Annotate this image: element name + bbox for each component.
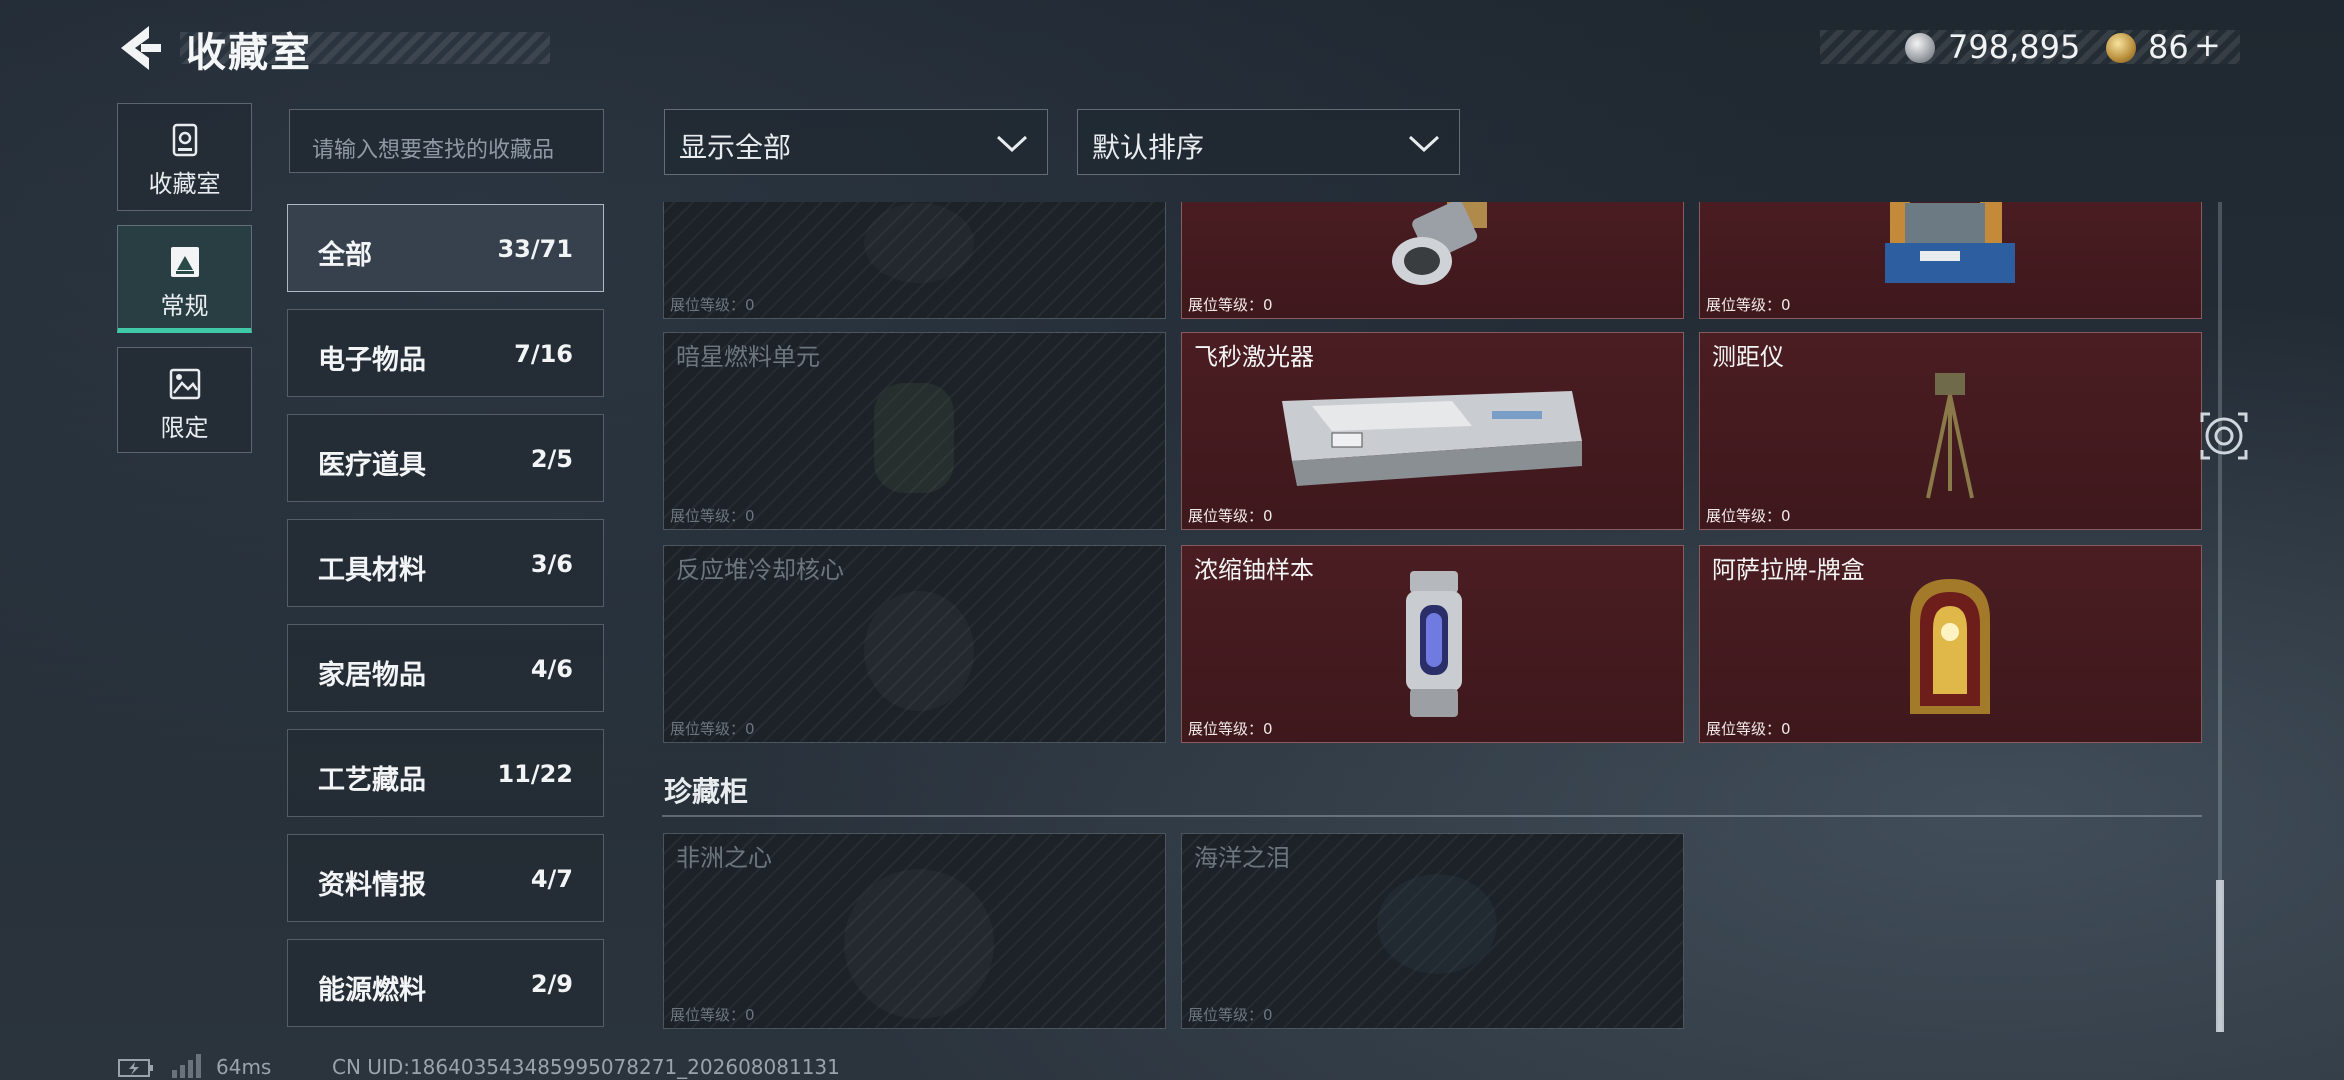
- gold-coin-icon: [2106, 33, 2136, 63]
- gold-amount: 86: [2148, 28, 2189, 66]
- item-name: 海洋之泪: [1194, 844, 1290, 872]
- item-name: 测距仪: [1712, 343, 1784, 371]
- category-name: 能源燃料: [318, 975, 426, 1006]
- page-title: 收藏室: [186, 30, 312, 76]
- category-medical[interactable]: 医疗道具 2/5: [287, 414, 604, 502]
- item-image: [1406, 571, 1462, 717]
- sort-dropdown-value: 默认排序: [1092, 131, 1205, 164]
- item-image: [864, 591, 974, 711]
- rail-regular-label: 常规: [160, 292, 209, 320]
- collection-card[interactable]: 测距仪 展位等级：0: [1699, 332, 2202, 530]
- item-name: 非洲之心: [676, 844, 772, 872]
- category-count: 2/5: [530, 445, 573, 473]
- uid-text: CN UID:186403543485995078271_20260808113…: [332, 1055, 840, 1079]
- filter-dropdown[interactable]: 显示全部: [664, 109, 1048, 175]
- category-tools[interactable]: 工具材料 3/6: [287, 519, 604, 607]
- item-image: [874, 383, 954, 493]
- category-count: 33/71: [497, 235, 573, 263]
- collection-card[interactable]: 浓缩铀样本 展位等级：0: [1181, 545, 1684, 743]
- target-icon[interactable]: [2196, 408, 2252, 464]
- category-electronics[interactable]: 电子物品 7/16: [287, 309, 604, 397]
- battery-icon: [118, 1059, 153, 1077]
- silver-amount: 798,895: [1948, 28, 2081, 66]
- item-name: 飞秒激光器: [1194, 343, 1314, 371]
- category-name: 资料情报: [318, 870, 426, 901]
- category-count: 3/6: [530, 550, 573, 578]
- scrollbar-thumb[interactable]: [2216, 880, 2224, 1032]
- search-input[interactable]: [289, 109, 604, 173]
- display-level: 展位等级：0: [1706, 296, 1791, 314]
- section-divider: [662, 815, 2202, 817]
- collection-card[interactable]: 暗星燃料单元 展位等级：0: [663, 332, 1166, 530]
- category-count: 7/16: [514, 340, 573, 368]
- treasure-card[interactable]: 海洋之泪 展位等级：0: [1181, 833, 1684, 1029]
- collection-card[interactable]: 反应堆冷却核心 展位等级：0: [663, 545, 1166, 743]
- signal-icon: [172, 1054, 201, 1078]
- display-level: 展位等级：0: [1188, 507, 1273, 525]
- sort-dropdown[interactable]: 默认排序: [1077, 109, 1460, 175]
- item-name: 暗星燃料单元: [676, 343, 820, 371]
- collection-card[interactable]: 阿萨拉牌-牌盒 展位等级：0: [1699, 545, 2202, 743]
- display-level: 展位等级：0: [1188, 720, 1273, 738]
- display-icon: [167, 244, 203, 280]
- display-level: 展位等级：0: [1706, 720, 1791, 738]
- display-level: 展位等级：0: [670, 507, 755, 525]
- item-name: 阿萨拉牌-牌盒: [1712, 556, 1865, 584]
- vault-icon: [167, 122, 203, 158]
- collection-card[interactable]: 展位等级：0: [1699, 202, 2202, 319]
- category-name: 工艺藏品: [318, 765, 426, 796]
- rail-vault-label: 收藏室: [148, 170, 221, 198]
- display-level: 展位等级：0: [670, 720, 755, 738]
- treasure-card[interactable]: 非洲之心 展位等级：0: [663, 833, 1166, 1029]
- rail-vault[interactable]: 收藏室: [117, 103, 252, 211]
- rail-limited[interactable]: 限定: [117, 347, 252, 453]
- item-image: [1377, 874, 1497, 974]
- chevron-down-icon: [1408, 135, 1440, 153]
- picture-icon: [167, 366, 203, 402]
- category-count: 4/6: [530, 655, 573, 683]
- category-crafts[interactable]: 工艺藏品 11/22: [287, 729, 604, 817]
- back-button[interactable]: [115, 22, 165, 74]
- item-image: [1926, 373, 1974, 499]
- category-count: 11/22: [497, 760, 573, 788]
- item-image: [864, 203, 974, 283]
- item-image: [1392, 202, 1487, 285]
- treasure-section-title: 珍藏柜: [664, 775, 749, 808]
- category-name: 全部: [318, 240, 372, 271]
- chevron-down-icon: [996, 135, 1028, 153]
- display-level: 展位等级：0: [670, 1006, 755, 1024]
- item-name: 反应堆冷却核心: [676, 556, 844, 584]
- collection-card[interactable]: 展位等级：0: [663, 202, 1166, 319]
- category-count: 4/7: [530, 865, 573, 893]
- category-name: 家居物品: [318, 660, 426, 691]
- ping-text: 64ms: [216, 1055, 272, 1079]
- category-all[interactable]: 全部 33/71: [287, 204, 604, 292]
- back-arrow-icon: [121, 26, 161, 70]
- display-level: 展位等级：0: [1188, 296, 1273, 314]
- collection-card[interactable]: 飞秒激光器 展位等级：0: [1181, 332, 1684, 530]
- display-level: 展位等级：0: [670, 296, 755, 314]
- category-household[interactable]: 家居物品 4/6: [287, 624, 604, 712]
- display-level: 展位等级：0: [1188, 1006, 1273, 1024]
- category-energy[interactable]: 能源燃料 2/9: [287, 939, 604, 1027]
- display-level: 展位等级：0: [1706, 507, 1791, 525]
- rail-limited-label: 限定: [160, 414, 209, 442]
- silver-coin-icon: [1905, 33, 1935, 63]
- item-image: [1910, 579, 1990, 714]
- item-name: 浓缩铀样本: [1194, 556, 1314, 584]
- category-name: 工具材料: [318, 555, 426, 586]
- add-gold-button[interactable]: +: [2194, 26, 2221, 64]
- category-intel[interactable]: 资料情报 4/7: [287, 834, 604, 922]
- filter-dropdown-value: 显示全部: [679, 131, 792, 164]
- collection-card[interactable]: 展位等级：0: [1181, 202, 1684, 319]
- rail-regular[interactable]: 常规: [117, 225, 252, 333]
- category-name: 电子物品: [318, 345, 426, 376]
- category-name: 医疗道具: [318, 450, 426, 481]
- item-image: [844, 869, 994, 1019]
- item-image: [1282, 391, 1582, 486]
- category-count: 2/9: [530, 970, 573, 998]
- item-image: [1885, 202, 2015, 283]
